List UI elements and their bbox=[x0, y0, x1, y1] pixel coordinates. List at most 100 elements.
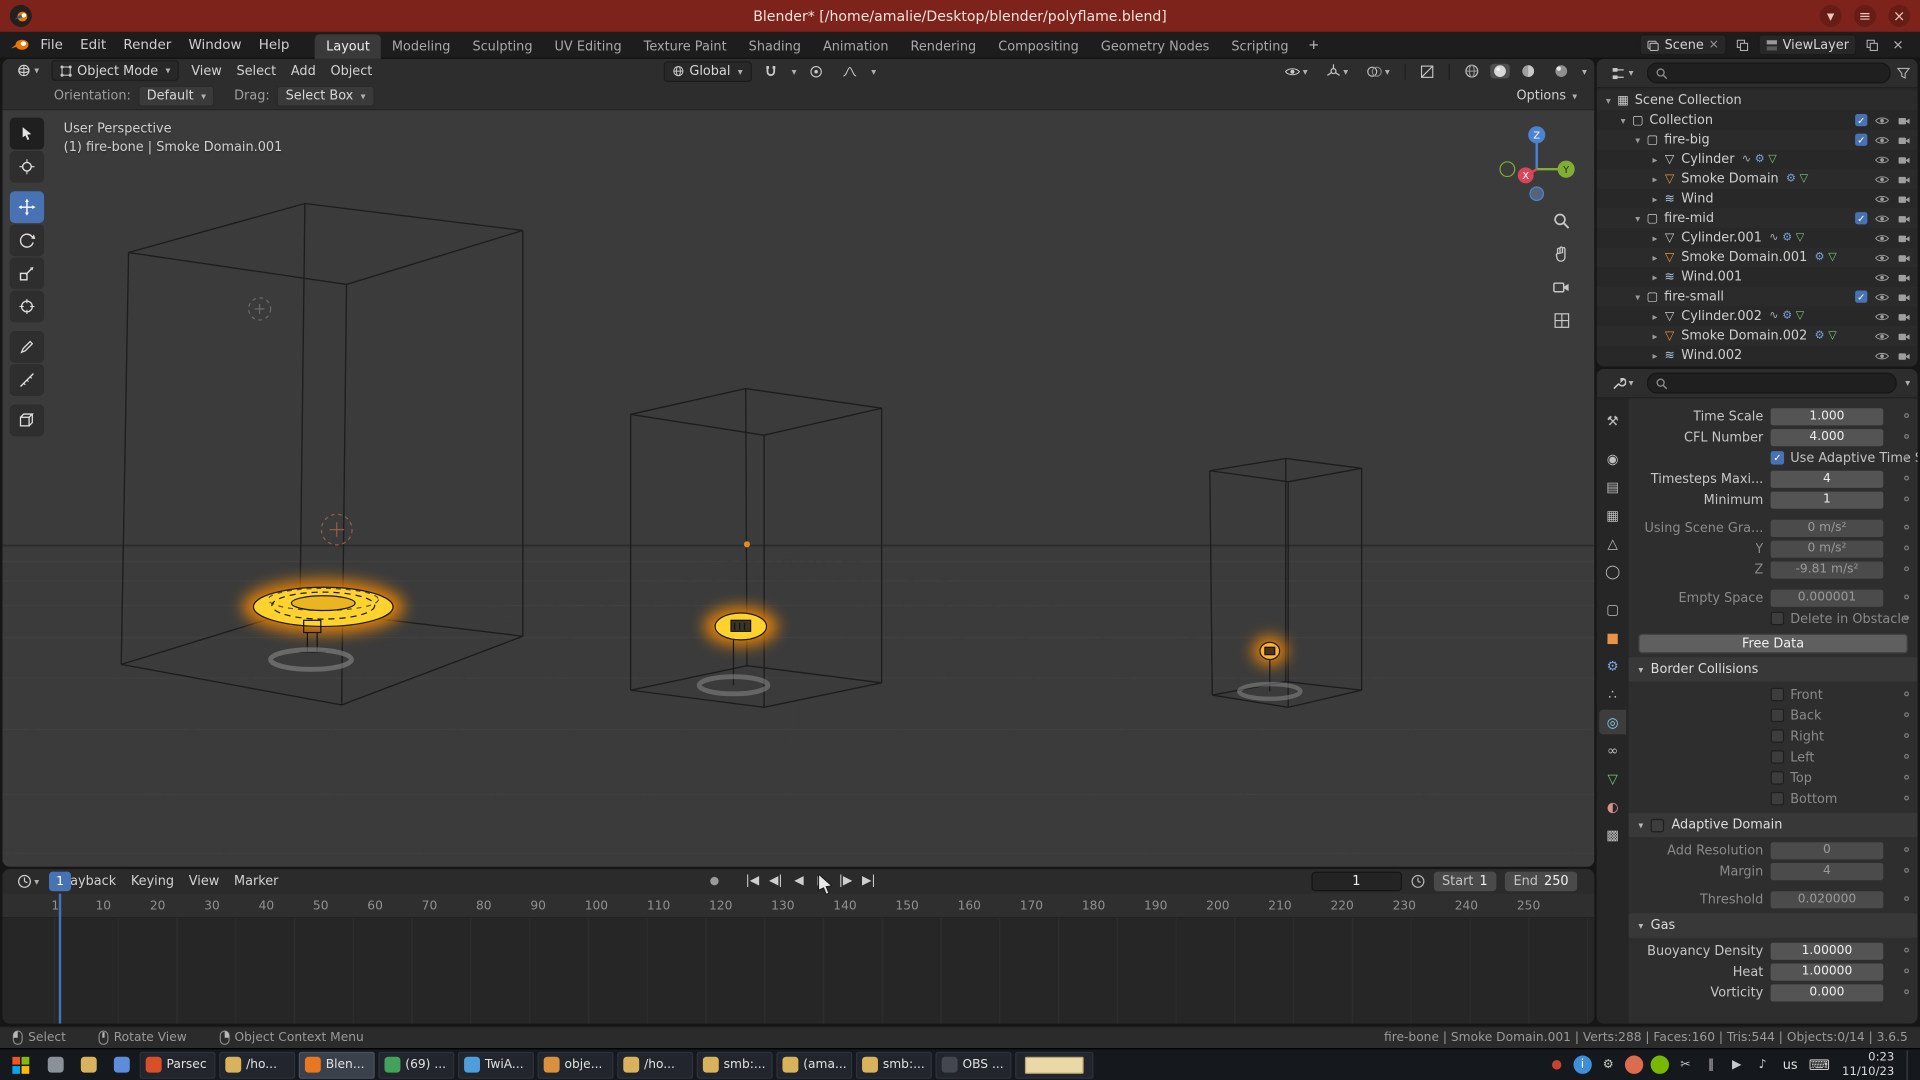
property-value-field[interactable]: 4 bbox=[1771, 470, 1884, 487]
play-reverse-button[interactable]: ◀ bbox=[789, 870, 810, 891]
collection-checkbox[interactable]: ✓ bbox=[1855, 291, 1867, 303]
hide-eye-icon[interactable] bbox=[1875, 311, 1890, 322]
free-data-button[interactable]: Free Data bbox=[1638, 633, 1907, 653]
property-row[interactable]: ▾ Z -9.81 m/s² Z Z bbox=[1629, 559, 1918, 580]
tool-measure[interactable] bbox=[10, 364, 44, 396]
outliner-item-label[interactable]: fire-small bbox=[1664, 289, 1724, 304]
keyboard-layout-icon[interactable]: ⌨ bbox=[1809, 1056, 1830, 1073]
volume-icon[interactable]: ♪ bbox=[1753, 1056, 1771, 1074]
editor-type-button[interactable]: ▾ bbox=[9, 59, 47, 81]
property-row[interactable]: ▾ Free Data Free Data Free Data bbox=[1629, 633, 1918, 654]
render-camera-icon[interactable] bbox=[1897, 134, 1912, 145]
property-row[interactable]: ▾ bbox=[1629, 881, 1918, 888]
auto-keyframe-button[interactable]: ● bbox=[704, 870, 725, 891]
tool-tab[interactable]: ⚒ bbox=[1599, 408, 1626, 433]
timeline-menu-item[interactable]: Keying bbox=[124, 870, 182, 892]
orientation-default-dropdown[interactable]: Default ▾ bbox=[138, 85, 214, 106]
animate-dot-icon[interactable] bbox=[1904, 775, 1909, 780]
outliner-item-label[interactable]: Collection bbox=[1649, 113, 1713, 128]
property-row[interactable]: ▾ Timesteps Maxi... 4 Timesteps Maxi... … bbox=[1629, 468, 1918, 489]
animate-dot-icon[interactable] bbox=[1904, 989, 1909, 994]
tool-add-cube[interactable] bbox=[10, 405, 44, 437]
tool-scale[interactable] bbox=[10, 257, 44, 289]
property-value-field[interactable]: 4 bbox=[1771, 862, 1884, 879]
workspace-tab[interactable]: Rendering bbox=[900, 34, 988, 59]
shading-dropdown-icon[interactable]: ▾ bbox=[1582, 66, 1587, 77]
property-row[interactable]: ▾ Delete in Obstacle Delete in Obstacle … bbox=[1629, 608, 1918, 629]
property-value-field[interactable]: 0.020000 bbox=[1771, 891, 1884, 908]
expand-arrow-icon[interactable]: ▸ bbox=[1648, 272, 1661, 283]
ortho-grid-icon[interactable] bbox=[1549, 308, 1573, 333]
property-checkbox-row[interactable]: Right bbox=[1771, 729, 1884, 744]
animate-dot-icon[interactable] bbox=[1904, 712, 1909, 717]
property-row[interactable]: ▾ Use Adaptive Time Steps Use Adaptive T… bbox=[1629, 447, 1918, 468]
falloff-dropdown-icon[interactable]: ▾ bbox=[871, 66, 876, 77]
viewport-menu-item[interactable]: Add bbox=[283, 59, 323, 81]
outliner-row[interactable]: ▸ ▽ Cylinder.002 ∿ ⚙ ▽ ✓ bbox=[1597, 306, 1918, 326]
property-row[interactable]: ▾ Top Top Top bbox=[1629, 767, 1918, 788]
workspace-tab[interactable]: Animation bbox=[812, 34, 900, 59]
info-icon[interactable]: i bbox=[1573, 1056, 1591, 1074]
property-row[interactable]: ▾ Time Scale 1.000 Time Scale Time Scale bbox=[1629, 406, 1918, 427]
property-checkbox-row[interactable]: Front bbox=[1771, 687, 1884, 702]
snap-dropdown-icon[interactable]: ▾ bbox=[792, 66, 797, 77]
hide-eye-icon[interactable] bbox=[1875, 154, 1890, 165]
animate-dot-icon[interactable] bbox=[1904, 733, 1909, 738]
viewlayer-selector[interactable]: ViewLayer bbox=[1758, 34, 1856, 55]
render-camera-icon[interactable] bbox=[1897, 311, 1912, 322]
animate-dot-icon[interactable] bbox=[1904, 525, 1909, 530]
world-tab[interactable]: ◯ bbox=[1599, 559, 1626, 584]
expand-arrow-icon[interactable]: ▸ bbox=[1648, 193, 1661, 204]
animate-dot-icon[interactable] bbox=[1904, 566, 1909, 571]
remove-viewlayer-icon[interactable]: × bbox=[1888, 35, 1908, 55]
outliner-item-label[interactable]: fire-mid bbox=[1664, 211, 1714, 226]
frame-start-field[interactable]: Start1 bbox=[1433, 872, 1496, 892]
playback-sync-icon[interactable] bbox=[1410, 874, 1425, 889]
transform-orientation-dropdown[interactable]: Global ▾ bbox=[664, 61, 752, 82]
workspace-tab[interactable]: Scripting bbox=[1220, 34, 1299, 59]
taskbar-app-button[interactable]: OBS ... bbox=[936, 1051, 1012, 1078]
property-row[interactable]: ▾ Vorticity 0.000 Vorticity Vorticity bbox=[1629, 982, 1918, 1003]
timeline-menu-item[interactable]: Marker bbox=[227, 870, 286, 892]
property-row[interactable]: ▾ bbox=[1629, 580, 1918, 587]
hide-eye-icon[interactable] bbox=[1875, 330, 1890, 341]
animate-dot-icon[interactable] bbox=[1904, 754, 1909, 759]
timeline-menu-item[interactable]: View bbox=[181, 870, 226, 892]
viewport-canvas[interactable]: User Perspective (1) fire-bone | Smoke D… bbox=[2, 110, 1594, 866]
animate-dot-icon[interactable] bbox=[1904, 595, 1909, 600]
shading-wireframe-icon[interactable] bbox=[1457, 60, 1486, 82]
expand-arrow-icon[interactable]: ▸ bbox=[1648, 252, 1661, 263]
tool-rotate[interactable] bbox=[10, 224, 44, 256]
outliner-row[interactable]: ▾ ▢ fire-small ✓ bbox=[1597, 287, 1918, 307]
render-camera-icon[interactable] bbox=[1897, 350, 1912, 361]
viewlayer-tab[interactable]: ▦ bbox=[1599, 503, 1626, 528]
property-checkbox-row[interactable]: Back bbox=[1771, 708, 1884, 723]
workspace-tab[interactable]: Shading bbox=[738, 34, 812, 59]
render-camera-icon[interactable] bbox=[1897, 193, 1912, 204]
render-tab[interactable]: ◉ bbox=[1599, 446, 1626, 471]
outliner-editor-type-button[interactable]: ▾ bbox=[1604, 62, 1641, 84]
hide-eye-icon[interactable] bbox=[1875, 350, 1890, 361]
property-value-field[interactable]: 1.00000 bbox=[1771, 963, 1884, 980]
shading-solid-icon[interactable] bbox=[1490, 64, 1510, 79]
expand-arrow-icon[interactable]: ▾ bbox=[1631, 134, 1644, 145]
gizmos-dropdown[interactable]: ▾ bbox=[1319, 60, 1356, 82]
snap-magnet-icon[interactable] bbox=[756, 60, 784, 82]
expand-arrow-icon[interactable]: ▸ bbox=[1648, 173, 1661, 184]
tool-annotate[interactable] bbox=[10, 331, 44, 363]
object-tab[interactable]: ■ bbox=[1599, 625, 1626, 650]
workspace-tab[interactable]: UV Editing bbox=[544, 34, 633, 59]
animate-dot-icon[interactable] bbox=[1904, 868, 1909, 873]
taskbar-app-button[interactable]: smb:... bbox=[856, 1051, 932, 1078]
new-viewlayer-icon[interactable] bbox=[1862, 35, 1882, 55]
animate-dot-icon[interactable] bbox=[1904, 968, 1909, 973]
tool-select-box[interactable] bbox=[10, 118, 44, 150]
property-value-field[interactable]: 0.000001 bbox=[1771, 589, 1884, 606]
property-checkbox-row[interactable]: Left bbox=[1771, 750, 1884, 765]
property-checkbox-row[interactable]: Bottom bbox=[1771, 791, 1884, 806]
menu-item[interactable]: Help bbox=[250, 31, 298, 58]
taskbar-app-button[interactable]: obje... bbox=[538, 1051, 614, 1078]
property-value-field[interactable]: 1.000 bbox=[1771, 408, 1884, 425]
taskbar-app-button[interactable]: smb:... bbox=[697, 1051, 773, 1078]
property-row[interactable]: ▾ Using Scene Gra... 0 m/s² Using Scene … bbox=[1629, 517, 1918, 538]
